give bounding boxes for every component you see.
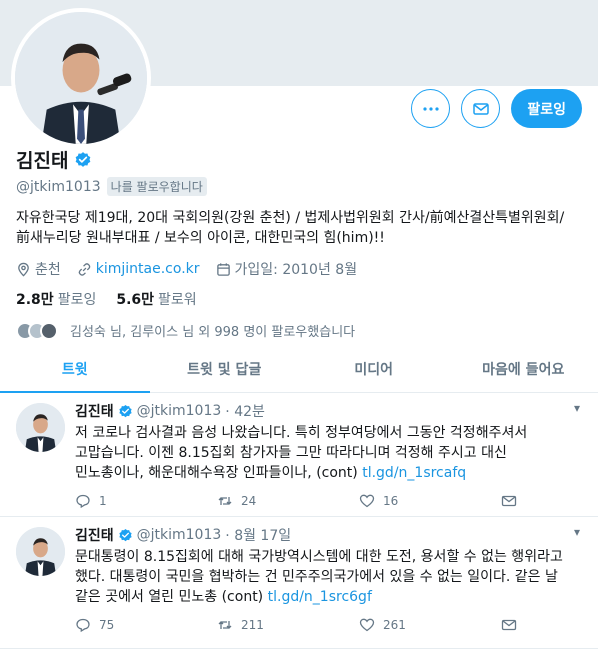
tweet-author-name[interactable]: 김진태 [75,525,114,545]
tweet-link[interactable]: tl.gd/n_1srcafq [362,465,466,481]
verified-badge-icon [76,151,91,167]
profile-info: 김진태 @jtkim1013 나를 팔로우합니다 자유한국당 제19대, 20대… [16,146,582,340]
joined-text: 가입일: 2010년 8월 [234,262,358,278]
avatar[interactable] [16,403,65,452]
following-button[interactable]: 팔로잉 [511,89,582,128]
website-link[interactable]: kimjintae.co.kr [96,261,200,277]
website-item: kimjintae.co.kr [77,261,200,277]
following-count: 2.8만 [16,292,54,308]
known-followers-text: 김성숙 님, 김루이스 님 외 998 명이 팔로우했습니다 [70,325,356,340]
tweet-item[interactable]: 김진태 @jtkim1013 · 8월 17일 ▾ 문대통령이 8.15집회에 … [0,517,598,649]
profile-meta: 춘천 kimjintae.co.kr 가입일: 2010년 8월 [16,259,582,279]
reply-button[interactable]: 75 [75,617,217,633]
like-button[interactable]: 16 [359,493,501,509]
more-icon [423,106,439,111]
retweet-icon [218,621,232,629]
tweet-author-handle: @jtkim1013 [136,527,222,543]
envelope-icon [501,495,517,507]
profile-tabs: 트윗 트윗 및 답글 미디어 마음에 들어요 [0,345,598,393]
tweet-actions: 1 24 16 [75,493,580,509]
reply-button[interactable]: 1 [75,493,217,509]
followers-stat[interactable]: 5.6만 팔로워 [116,289,196,309]
chevron-down-icon[interactable]: ▾ [574,525,580,539]
tab-media[interactable]: 미디어 [299,345,449,392]
location-text: 춘천 [35,262,61,278]
avatar-photo [15,12,147,144]
message-button[interactable] [461,89,501,128]
envelope-icon [501,619,517,631]
tweet-author-name[interactable]: 김진태 [75,401,114,421]
retweet-button[interactable]: 24 [217,493,359,509]
verified-badge-icon [119,528,132,541]
tweet-timestamp[interactable]: · 8월 17일 [225,525,291,545]
tweet-actions: 75 211 261 [75,617,580,633]
message-button[interactable] [501,617,517,633]
followers-label: 팔로워 [158,292,197,308]
reply-count: 1 [99,494,107,508]
following-label: 팔로잉 [57,292,97,308]
avatar-photo [16,527,65,576]
heart-icon [359,618,375,632]
tweet-timestamp[interactable]: · 42분 [225,401,265,421]
like-button[interactable]: 261 [359,617,501,633]
retweet-button[interactable]: 211 [217,617,359,633]
envelope-icon [473,102,489,115]
chevron-down-icon[interactable]: ▾ [574,401,580,415]
profile-bio: 자유한국당 제19대, 20대 국회의원(강원 춘천) / 법제사법위원회 간사… [16,210,565,246]
reply-count: 75 [99,618,115,632]
tab-tweets-replies[interactable]: 트윗 및 답글 [150,345,300,392]
location-item: 춘천 [16,259,61,279]
following-stat[interactable]: 2.8만 팔로잉 [16,289,96,309]
link-icon [78,262,91,276]
heart-icon [359,494,375,508]
avatar[interactable] [16,527,65,576]
known-follower-avatars [16,321,58,340]
retweet-count: 24 [241,494,257,508]
follows-you-badge: 나를 팔로우합니다 [106,177,207,196]
calendar-icon [216,262,230,276]
followers-count: 5.6만 [116,292,155,308]
reply-icon [76,494,90,509]
tweet-link[interactable]: tl.gd/n_1src6gf [268,589,372,605]
location-pin-icon [18,262,29,276]
message-button[interactable] [501,493,517,509]
retweet-icon [218,497,232,505]
avatar-photo [16,403,65,452]
joined-item: 가입일: 2010년 8월 [216,259,358,279]
profile-actions: 팔로잉 [411,89,582,128]
tab-likes[interactable]: 마음에 들어요 [449,345,598,392]
avatar [40,321,58,340]
like-count: 261 [383,618,406,632]
tab-tweets[interactable]: 트윗 [0,345,150,393]
more-button[interactable] [411,89,451,128]
profile-avatar[interactable] [11,8,151,148]
retweet-count: 211 [241,618,264,632]
profile-stats: 2.8만 팔로잉 5.6만 팔로워 [16,289,582,309]
verified-badge-icon [119,404,132,417]
reply-icon [76,618,90,633]
tweet-text: 문대통령이 8.15집회에 대해 국가방역시스템에 대한 도전, 용서할 수 없… [75,547,580,607]
tweet-author-handle: @jtkim1013 [136,403,222,419]
profile-name: 김진태 [16,150,69,172]
like-count: 16 [383,494,399,508]
tweet-item[interactable]: 김진태 @jtkim1013 · 42분 ▾ 저 코로나 검사결과 음성 나왔습… [0,393,598,517]
profile-handle: @jtkim1013 [16,178,101,195]
tweet-text: 저 코로나 검사결과 음성 나왔습니다. 특히 정부여당에서 그동안 걱정해주셔… [75,423,580,483]
known-followers[interactable]: 김성숙 님, 김루이스 님 외 998 명이 팔로우했습니다 [16,321,582,340]
